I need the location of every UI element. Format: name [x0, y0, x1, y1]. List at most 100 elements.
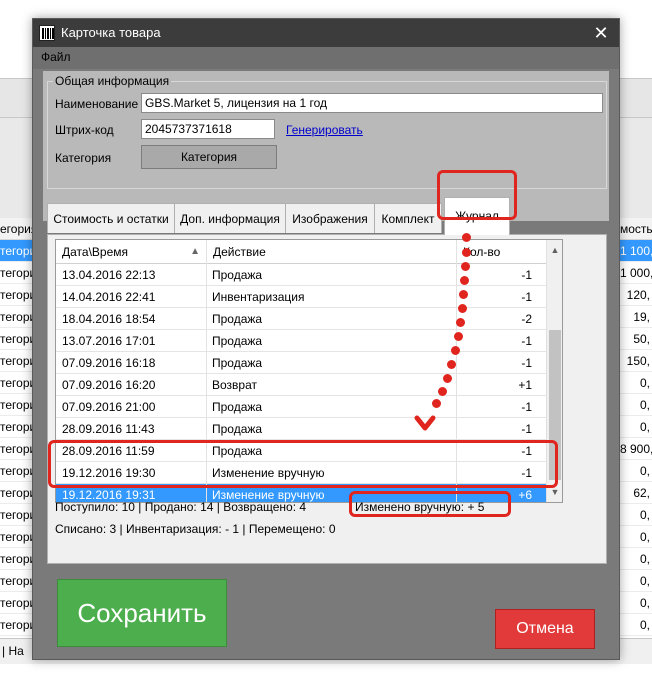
- annotation-dot: [459, 290, 468, 299]
- cell-date: 19.12.2016 19:30: [62, 466, 156, 480]
- save-button[interactable]: Сохранить: [57, 579, 227, 647]
- arrow-down-icon: [414, 415, 436, 431]
- cell-date: 13.07.2016 17:01: [62, 334, 156, 348]
- table-row[interactable]: 14.04.2016 22:41 Инвентаризация -1: [56, 286, 546, 308]
- annotation-dot: [432, 399, 441, 408]
- background-list-item: 0,: [620, 592, 652, 614]
- barcode-label: Штрих-код: [55, 123, 114, 137]
- background-list-item: 0,: [620, 570, 652, 592]
- background-list-item: 0,: [620, 394, 652, 416]
- tab-additional-info[interactable]: Доп. информация: [174, 203, 286, 233]
- cell-date: 18.04.2016 18:54: [62, 312, 156, 326]
- cancel-button[interactable]: Отмена: [495, 609, 595, 649]
- background-column-header: егория: [0, 218, 34, 240]
- menu-item-file[interactable]: Файл: [41, 50, 71, 64]
- background-bottom: [0, 664, 652, 682]
- table-row[interactable]: 28.09.2016 11:43 Продажа -1: [56, 418, 546, 440]
- table-row[interactable]: 07.09.2016 16:20 Возврат +1: [56, 374, 546, 396]
- background-list-item: тегория: [0, 614, 34, 636]
- background-list-item: 0,: [620, 548, 652, 570]
- annotation-dot: [447, 360, 456, 369]
- product-card-dialog: Карточка товара ✕ Файл Общая информация …: [32, 18, 620, 660]
- close-icon: ✕: [593, 23, 609, 43]
- grid-body: 13.04.2016 22:13 Продажа -1 14.04.2016 22:4…: [56, 264, 546, 502]
- dialog-titlebar[interactable]: Карточка товара ✕: [33, 19, 619, 47]
- tab-kit[interactable]: Комплект: [374, 203, 442, 233]
- barcode-icon: [39, 25, 55, 41]
- table-row[interactable]: 19.12.2016 19:30 Изменение вручную -1: [56, 462, 546, 484]
- column-header-date-label: Дата\Время: [62, 245, 129, 259]
- background-list-item: тегория: [0, 526, 34, 548]
- category-label: Категория: [55, 151, 112, 165]
- background-list-item: тегория: [0, 460, 34, 482]
- table-row[interactable]: 07.09.2016 21:00 Продажа -1: [56, 396, 546, 418]
- background-list-item: 120,: [620, 284, 652, 306]
- background-list-item: тегория: [0, 284, 34, 306]
- category-button[interactable]: Категория: [141, 145, 277, 169]
- tab-images[interactable]: Изображения: [285, 203, 375, 233]
- annotation-dot: [456, 318, 465, 327]
- background-list-item: 0,: [620, 460, 652, 482]
- cell-date: 28.09.2016 11:43: [62, 422, 155, 436]
- background-list-item: 62,: [620, 482, 652, 504]
- background-list-item: 0,: [620, 504, 652, 526]
- barcode-input[interactable]: 2045737371618: [141, 119, 275, 139]
- table-row[interactable]: 18.04.2016 18:54 Продажа -2: [56, 308, 546, 330]
- background-list-item: тегория: [0, 328, 34, 350]
- column-divider: [206, 240, 207, 502]
- background-list-item: тегория: [0, 240, 34, 262]
- cell-date: 07.09.2016 21:00: [62, 400, 156, 414]
- background-list-item: тегория: [0, 350, 34, 372]
- background-list-item: 1 000,: [620, 262, 652, 284]
- grid-header: Дата\Время ▲ Действие Кол-во: [56, 240, 546, 264]
- column-divider: [456, 240, 457, 502]
- totals-received-sold-returned: Поступило: 10 | Продано: 14 | Возвращено…: [55, 500, 307, 514]
- journal-grid[interactable]: Дата\Время ▲ Действие Кол-во 13.04.2016 …: [55, 239, 563, 503]
- totals-writeoff-inventory-transfer: Списано: 3 | Инвентаризация: - 1 | Перем…: [55, 522, 336, 536]
- table-row[interactable]: 13.04.2016 22:13 Продажа -1: [56, 264, 546, 286]
- annotation-dot: [438, 387, 447, 396]
- column-header-date[interactable]: Дата\Время ▲: [56, 240, 207, 264]
- table-row[interactable]: 13.07.2016 17:01 Продажа -1: [56, 330, 546, 352]
- cell-action: Продажа: [212, 312, 263, 326]
- tab-cost-and-stock[interactable]: Стоимость и остатки: [47, 203, 175, 233]
- background-list-item: тегория: [0, 394, 34, 416]
- background-right-panel: [620, 118, 652, 218]
- name-label: Наименование: [55, 97, 139, 111]
- cell-qty: -1: [521, 334, 532, 348]
- column-header-action[interactable]: Действие: [207, 240, 457, 264]
- background-list-item: тегория: [0, 262, 34, 284]
- cell-qty: -2: [521, 312, 532, 326]
- background-left-panel: [0, 118, 34, 218]
- background-list-item: тегория: [0, 592, 34, 614]
- scroll-down-icon[interactable]: ▼: [547, 484, 562, 500]
- annotation-dot: [443, 374, 452, 383]
- background-column-header: мость: [620, 218, 652, 240]
- background-list-item: тегория: [0, 504, 34, 526]
- cell-date: 28.09.2016 11:59: [62, 444, 155, 458]
- scrollbar-thumb[interactable]: [549, 330, 561, 480]
- background-list-item: тегория: [0, 548, 34, 570]
- cell-action: Изменение вручную: [212, 466, 325, 480]
- sort-ascending-icon: ▲: [190, 246, 200, 257]
- table-row[interactable]: 28.09.2016 11:59 Продажа -1: [56, 440, 546, 462]
- cell-qty: -1: [521, 356, 532, 370]
- cell-date: 14.04.2016 22:41: [62, 290, 156, 304]
- close-button[interactable]: ✕: [589, 21, 613, 45]
- name-input[interactable]: GBS.Market 5, лицензия на 1 год: [141, 93, 603, 113]
- background-right-column: мость 1 100, 1 000, 120, 19, 50, 150, 0, 0, 0, 8 …: [620, 218, 652, 658]
- cell-qty: -1: [521, 422, 532, 436]
- tab-journal[interactable]: Журнал: [444, 197, 510, 235]
- table-row[interactable]: 07.09.2016 16:18 Продажа -1: [56, 352, 546, 374]
- menu-bar: Файл: [33, 47, 619, 69]
- background-list-item: 50,: [620, 328, 652, 350]
- totals-manual-changes: Изменено вручную: + 5: [355, 500, 485, 514]
- cell-qty: +1: [518, 378, 532, 392]
- background-list-item: тегория: [0, 570, 34, 592]
- generate-barcode-link[interactable]: Генерировать: [286, 123, 363, 137]
- cell-date: 07.09.2016 16:18: [62, 356, 156, 370]
- background-list-item: тегория: [0, 438, 34, 460]
- grid-scrollbar[interactable]: ▲ ▼: [546, 240, 562, 502]
- scroll-up-icon[interactable]: ▲: [547, 242, 562, 258]
- background-list-item: тегория: [0, 372, 34, 394]
